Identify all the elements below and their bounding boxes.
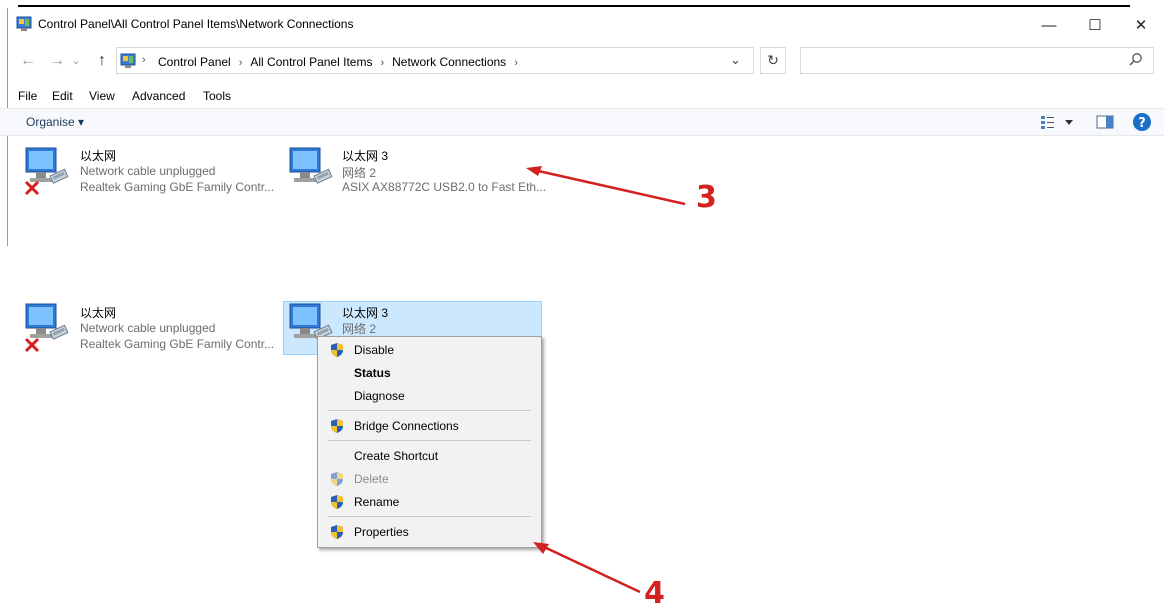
back-button[interactable]: ← [18, 51, 38, 71]
adapter-status: Network cable unplugged [80, 164, 216, 178]
recent-locations-dropdown[interactable]: ⌄ [70, 50, 82, 70]
adapter-name[interactable]: 以太网 [80, 304, 116, 321]
chevron-right-icon[interactable]: › [514, 57, 518, 69]
search-input[interactable] [800, 47, 1154, 74]
context-menu-status[interactable]: Status [354, 366, 391, 380]
svg-text:?: ? [1138, 116, 1146, 131]
up-button[interactable]: ↑ [92, 51, 112, 71]
uac-shield-icon [331, 343, 343, 357]
adapter-name[interactable]: 以太网 3 [342, 304, 388, 321]
refresh-button[interactable]: ↻ [760, 47, 786, 74]
annotation-number: 4 [644, 576, 665, 611]
context-menu-delete: Delete [354, 472, 389, 486]
menu-file[interactable]: File [18, 89, 37, 103]
adapter-device: Realtek Gaming GbE Family Contr... [80, 337, 275, 351]
address-dropdown-icon[interactable]: ⌄ [730, 52, 741, 68]
context-menu-separator [328, 516, 531, 517]
menu-advanced[interactable]: Advanced [132, 89, 185, 103]
control-panel-icon [120, 53, 136, 68]
window-title: Control Panel\All Control Panel Items\Ne… [38, 17, 354, 31]
context-menu-rename[interactable]: Rename [354, 495, 399, 509]
context-menu-create-shortcut[interactable]: Create Shortcut [354, 449, 438, 463]
context-menu-separator [328, 440, 531, 441]
menu-edit[interactable]: Edit [52, 89, 73, 103]
forward-button[interactable]: → [47, 51, 67, 71]
context-menu-bridge-connections[interactable]: Bridge Connections [354, 419, 459, 433]
breadcrumb: Control Panel › All Control Panel Items › Ne… [158, 55, 526, 69]
context-menu-properties[interactable]: Properties [354, 525, 409, 539]
command-bar [0, 108, 1164, 136]
top-divider-line [18, 5, 1130, 7]
organise-button[interactable]: Organise ▾ [26, 115, 84, 129]
adapter-device: ASIX AX88772C USB2.0 to Fast Eth... [342, 180, 547, 194]
close-button[interactable]: ✕ [1118, 8, 1164, 42]
annotation-number: 3 [696, 180, 717, 215]
chevron-right-icon[interactable]: › [380, 57, 384, 69]
menu-view[interactable]: View [89, 89, 115, 103]
annotation-arrow [526, 166, 686, 206]
annotation-arrow [533, 542, 641, 594]
adapter-status: 网络 2 [342, 166, 377, 180]
menu-tools[interactable]: Tools [203, 89, 231, 103]
view-dropdown-icon[interactable] [1064, 118, 1074, 126]
chevron-right-icon[interactable]: › [239, 57, 243, 69]
context-menu-diagnose[interactable]: Diagnose [354, 389, 405, 403]
breadcrumb-control-panel[interactable]: Control Panel [158, 55, 231, 69]
maximize-button[interactable]: ☐ [1072, 8, 1118, 42]
minimize-button[interactable]: — [1026, 8, 1072, 42]
address-root-chevron-icon[interactable]: › [142, 54, 146, 66]
adapter-device: Realtek Gaming GbE Family Contr... [80, 180, 275, 194]
network-adapter-icon[interactable] [286, 144, 338, 196]
help-icon[interactable]: ? [1132, 112, 1152, 132]
view-options-icon[interactable] [1040, 114, 1056, 130]
adapter-status: 网络 2 [342, 322, 377, 336]
adapter-name[interactable]: 以太网 [80, 147, 116, 164]
search-icon[interactable] [1128, 52, 1144, 68]
adapter-name[interactable]: 以太网 3 [342, 147, 388, 164]
breadcrumb-all-items[interactable]: All Control Panel Items [250, 55, 372, 69]
uac-shield-icon [331, 419, 343, 433]
uac-shield-icon [331, 525, 343, 539]
uac-shield-icon [331, 472, 343, 486]
context-menu-separator [328, 410, 531, 411]
adapter-status: Network cable unplugged [80, 321, 216, 335]
preview-pane-icon[interactable] [1096, 114, 1114, 130]
uac-shield-icon [331, 495, 343, 509]
context-menu-disable[interactable]: Disable [354, 343, 394, 357]
disconnected-x-icon [24, 337, 40, 353]
disconnected-x-icon [24, 180, 40, 196]
breadcrumb-network-connections[interactable]: Network Connections [392, 55, 506, 69]
control-panel-icon [16, 16, 32, 31]
